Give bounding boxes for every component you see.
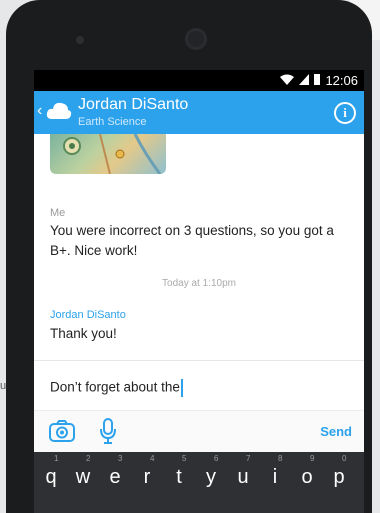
- message-me: You were incorrect on 3 questions, so yo…: [50, 223, 334, 258]
- key-i[interactable]: 8i: [262, 454, 288, 489]
- composer-toolbar: Send: [34, 410, 364, 452]
- key-u[interactable]: 7u: [230, 454, 256, 489]
- key-w[interactable]: 2w: [70, 454, 96, 489]
- text-cursor: [180, 379, 183, 397]
- clock: 12:06: [325, 73, 358, 88]
- key-o[interactable]: 9o: [294, 454, 320, 489]
- sender-label-contact: Jordan DiSanto: [50, 309, 126, 321]
- battery-icon: [314, 73, 321, 88]
- key-q[interactable]: 1q: [38, 454, 64, 489]
- divider: [34, 360, 364, 361]
- info-icon[interactable]: i: [334, 102, 356, 124]
- speaker: [76, 36, 84, 44]
- key-t[interactable]: 5t: [166, 454, 192, 489]
- contact-name[interactable]: Jordan DiSanto: [78, 96, 188, 114]
- message-contact: Thank you!: [50, 326, 117, 341]
- camera-icon[interactable]: [48, 419, 76, 443]
- microphone-icon[interactable]: [98, 417, 118, 445]
- sender-label-me: Me: [50, 207, 66, 219]
- contact-subject: Earth Science: [78, 116, 147, 128]
- keyboard: 1q 2w 3e 4r 5t 6y 7u 8i 9o 0p: [34, 452, 364, 513]
- front-camera: [185, 28, 207, 50]
- message-input-text: Don’t forget about the: [50, 379, 180, 395]
- key-r[interactable]: 4r: [134, 454, 160, 489]
- wifi-icon: [280, 73, 295, 88]
- phone-frame: 12:06 ‹ Jordan DiSanto Earth Science i M…: [6, 0, 372, 513]
- key-y[interactable]: 6y: [198, 454, 224, 489]
- key-e[interactable]: 3e: [102, 454, 128, 489]
- chat-header: ‹ Jordan DiSanto Earth Science i: [34, 91, 364, 134]
- key-p[interactable]: 0p: [326, 454, 352, 489]
- shared-image[interactable]: [50, 134, 166, 174]
- timestamp: Today at 1:10pm: [162, 278, 236, 289]
- send-button[interactable]: Send: [320, 424, 352, 439]
- message-input[interactable]: Don’t forget about the: [50, 379, 183, 397]
- screen: 12:06 ‹ Jordan DiSanto Earth Science i M…: [34, 70, 364, 513]
- signal-icon: [299, 73, 310, 88]
- status-bar: 12:06: [34, 70, 364, 91]
- back-chevron-icon[interactable]: ‹: [37, 102, 42, 120]
- cloud-avatar-icon[interactable]: [46, 101, 72, 121]
